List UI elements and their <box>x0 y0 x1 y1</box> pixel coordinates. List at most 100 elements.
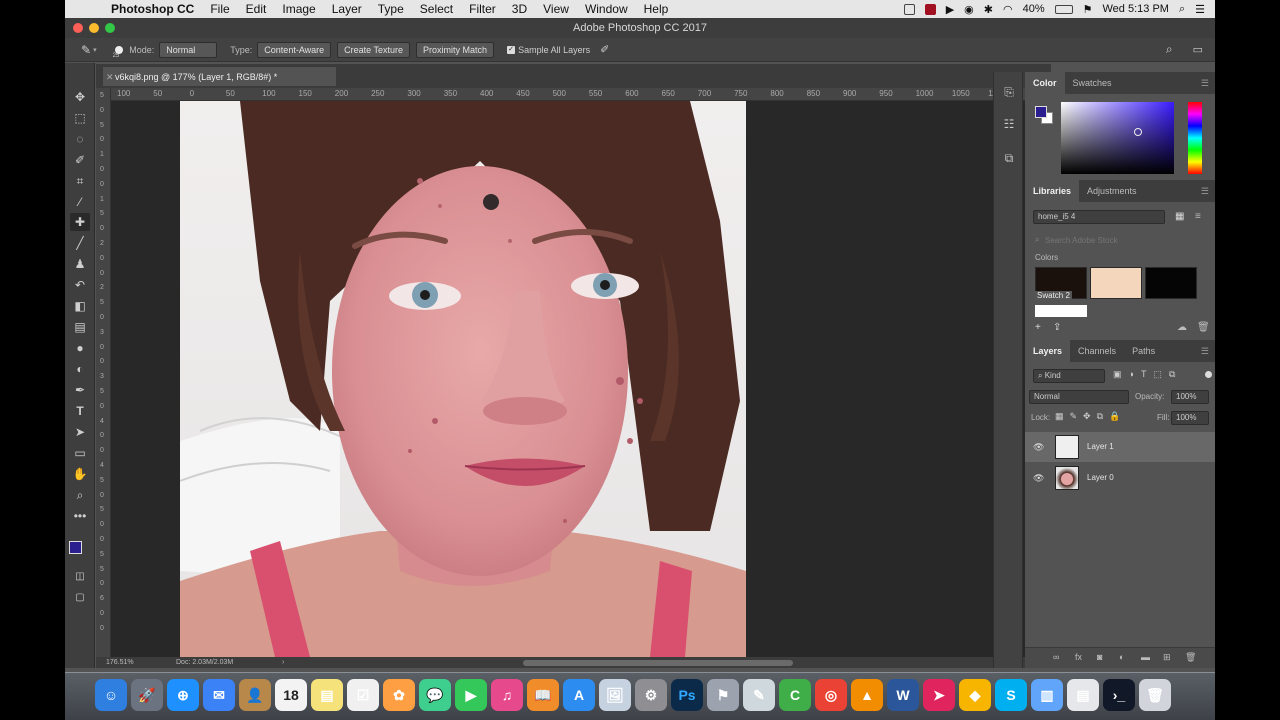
library-swatch-black[interactable] <box>1145 267 1197 299</box>
tab-libraries[interactable]: Libraries <box>1025 180 1080 202</box>
workspace-icon[interactable]: ▭ <box>1193 43 1203 56</box>
dock-app-preview-icon[interactable]: 🖼 <box>599 679 631 711</box>
tab-channels[interactable]: Channels <box>1070 340 1124 362</box>
menu-select[interactable]: Select <box>412 2 461 16</box>
dock-app-vlc-icon[interactable]: ▲ <box>851 679 883 711</box>
sample-all-layers-checkbox[interactable]: ✓ <box>507 45 516 54</box>
proximity-match-button[interactable]: Proximity Match <box>416 41 495 58</box>
color-foreground-swatch[interactable] <box>1035 106 1047 118</box>
library-swatch-white[interactable] <box>1035 305 1087 317</box>
dock-app-camtasia-icon[interactable]: C <box>779 679 811 711</box>
dock-app-word-icon[interactable]: W <box>887 679 919 711</box>
opacity-input[interactable]: 100% <box>1171 390 1209 404</box>
document-tab[interactable]: ✕ v6kqi8.png @ 177% (Layer 1, RGB/8#) * <box>102 66 337 86</box>
layer-1-name[interactable]: Layer 1 <box>1087 432 1114 462</box>
battery-icon[interactable] <box>1054 4 1073 14</box>
search-icon[interactable]: ⌕ <box>1166 42 1173 57</box>
menu-help[interactable]: Help <box>636 2 677 16</box>
blend-mode-select[interactable]: Normal <box>1029 390 1129 404</box>
blur-tool-icon[interactable]: ● <box>70 339 90 357</box>
zoom-window-button[interactable] <box>105 23 115 33</box>
dock-app-script-editor-icon[interactable]: ✎ <box>743 679 775 711</box>
dock-app-messages-icon[interactable]: 💬 <box>419 679 451 711</box>
mode-select[interactable]: Normal <box>159 41 218 58</box>
new-group-icon[interactable]: ▬ <box>1141 652 1150 662</box>
history-brush-tool-icon[interactable]: ↶ <box>70 276 90 294</box>
menu-window[interactable]: Window <box>577 2 636 16</box>
menu-3d[interactable]: 3D <box>504 2 535 16</box>
wifi-icon[interactable]: ◠ <box>1003 3 1013 16</box>
dock-app-sketch-icon[interactable]: ◆ <box>959 679 991 711</box>
properties-panel-icon[interactable]: ☷ <box>1001 116 1017 132</box>
zoom-level[interactable]: 176.51% <box>106 657 134 668</box>
dock-app-contacts-icon[interactable]: 👤 <box>239 679 271 711</box>
dock-app-launchpad-icon[interactable]: 🚀 <box>131 679 163 711</box>
layer-filter-icons[interactable]: ▣◑T⬚⧉ <box>1113 369 1182 380</box>
dock-app-calendar-icon[interactable]: 18 <box>275 679 307 711</box>
clone-stamp-tool-icon[interactable]: ♟ <box>70 255 90 273</box>
crop-tool-icon[interactable]: ⌗ <box>70 172 90 190</box>
minimize-window-button[interactable] <box>89 23 99 33</box>
dock-app-facetime-icon[interactable]: ▶ <box>455 679 487 711</box>
notification-center-icon[interactable]: ☰ <box>1195 3 1205 16</box>
dock-app-file-icon[interactable]: ▤ <box>1067 679 1099 711</box>
layer-kind-filter[interactable]: ⌕ Kind <box>1033 369 1105 383</box>
dock-app-reminders-icon[interactable]: ☑ <box>347 679 379 711</box>
menu-edit[interactable]: Edit <box>238 2 275 16</box>
add-mask-icon[interactable]: ◙ <box>1097 652 1102 662</box>
screen-mode-icon[interactable]: ▢ <box>70 589 90 607</box>
list-view-icon[interactable]: ≡ <box>1195 211 1201 222</box>
visibility-eye-icon[interactable]: 👁 <box>1033 442 1044 453</box>
library-select[interactable]: home_i5 4 <box>1033 210 1165 224</box>
adjustment-layer-icon[interactable]: ◐ <box>1119 652 1124 662</box>
fill-input[interactable]: 100% <box>1171 411 1209 425</box>
play-icon[interactable]: ▶ <box>946 3 954 16</box>
grid-view-icon[interactable]: ▦ <box>1175 211 1184 222</box>
brush-tool-icon[interactable]: ╱ <box>70 234 90 252</box>
eyedropper-tool-icon[interactable]: ⁄ <box>70 193 90 211</box>
dock-app-notes-icon[interactable]: ▤ <box>311 679 343 711</box>
pressure-size-icon[interactable]: ✐ <box>600 43 609 56</box>
doc-size-info[interactable]: Doc: 2.03M/2.03M <box>176 657 233 668</box>
link-layers-icon[interactable]: ∞ <box>1053 652 1059 662</box>
brush-preview-icon[interactable] <box>114 45 123 54</box>
hue-slider[interactable] <box>1188 102 1202 174</box>
library-trash-icon[interactable]: 🗑 <box>1197 322 1210 333</box>
dock-app-system-preferences-icon[interactable]: ⚙ <box>635 679 667 711</box>
quick-mask-icon[interactable]: ◫ <box>70 568 90 586</box>
status-arrow-icon[interactable]: › <box>282 657 284 668</box>
dock-app-photos-icon[interactable]: ✿ <box>383 679 415 711</box>
marquee-tool-icon[interactable]: ⬚ <box>70 109 90 127</box>
spot-healing-tool-icon[interactable]: ✚ <box>70 213 90 231</box>
dock-app-ibooks-icon[interactable]: 📖 <box>527 679 559 711</box>
history-panel-icon[interactable]: ⎘ <box>1001 84 1017 100</box>
dock-app-trash-icon[interactable]: 🗑 <box>1139 679 1171 711</box>
portrait-photo[interactable] <box>180 101 746 657</box>
layer-row-layer-0[interactable]: 👁 Layer 0 <box>1025 463 1215 493</box>
clock[interactable]: Wed 5:13 PM <box>1103 3 1169 15</box>
bluetooth-icon[interactable]: ✱ <box>984 3 993 16</box>
menu-layer[interactable]: Layer <box>324 2 370 16</box>
layer-style-icon[interactable]: fx <box>1075 652 1082 662</box>
tab-layers[interactable]: Layers <box>1025 340 1071 362</box>
dock-app-app-icon[interactable]: ➤ <box>923 679 955 711</box>
gradient-tool-icon[interactable]: ▤ <box>70 318 90 336</box>
color-field[interactable] <box>1061 102 1174 174</box>
close-window-button[interactable] <box>73 23 83 33</box>
dock-app-skype-icon[interactable]: S <box>995 679 1027 711</box>
dock-app-app-store-icon[interactable]: A <box>563 679 595 711</box>
record-icon[interactable] <box>924 3 936 15</box>
dock-app-chrome-icon[interactable]: ◎ <box>815 679 847 711</box>
layers-menu-icon[interactable]: ☰ <box>1201 346 1209 357</box>
delete-layer-icon[interactable]: 🗑 <box>1185 652 1196 663</box>
character-panel-icon[interactable]: ⧉ <box>1001 150 1017 166</box>
eye-icon[interactable]: ◉ <box>964 3 974 16</box>
menu-type[interactable]: Type <box>370 2 412 16</box>
filter-toggle-icon[interactable] <box>1205 371 1212 378</box>
dock-app-boot-camp-icon[interactable]: ⚑ <box>707 679 739 711</box>
visibility-eye-icon[interactable]: 👁 <box>1033 473 1044 484</box>
menu-image[interactable]: Image <box>274 2 323 16</box>
dock-app-finder-icon[interactable]: ☺ <box>95 679 127 711</box>
foreground-color-swatch[interactable] <box>69 541 82 554</box>
layer-0-name[interactable]: Layer 0 <box>1087 463 1114 493</box>
